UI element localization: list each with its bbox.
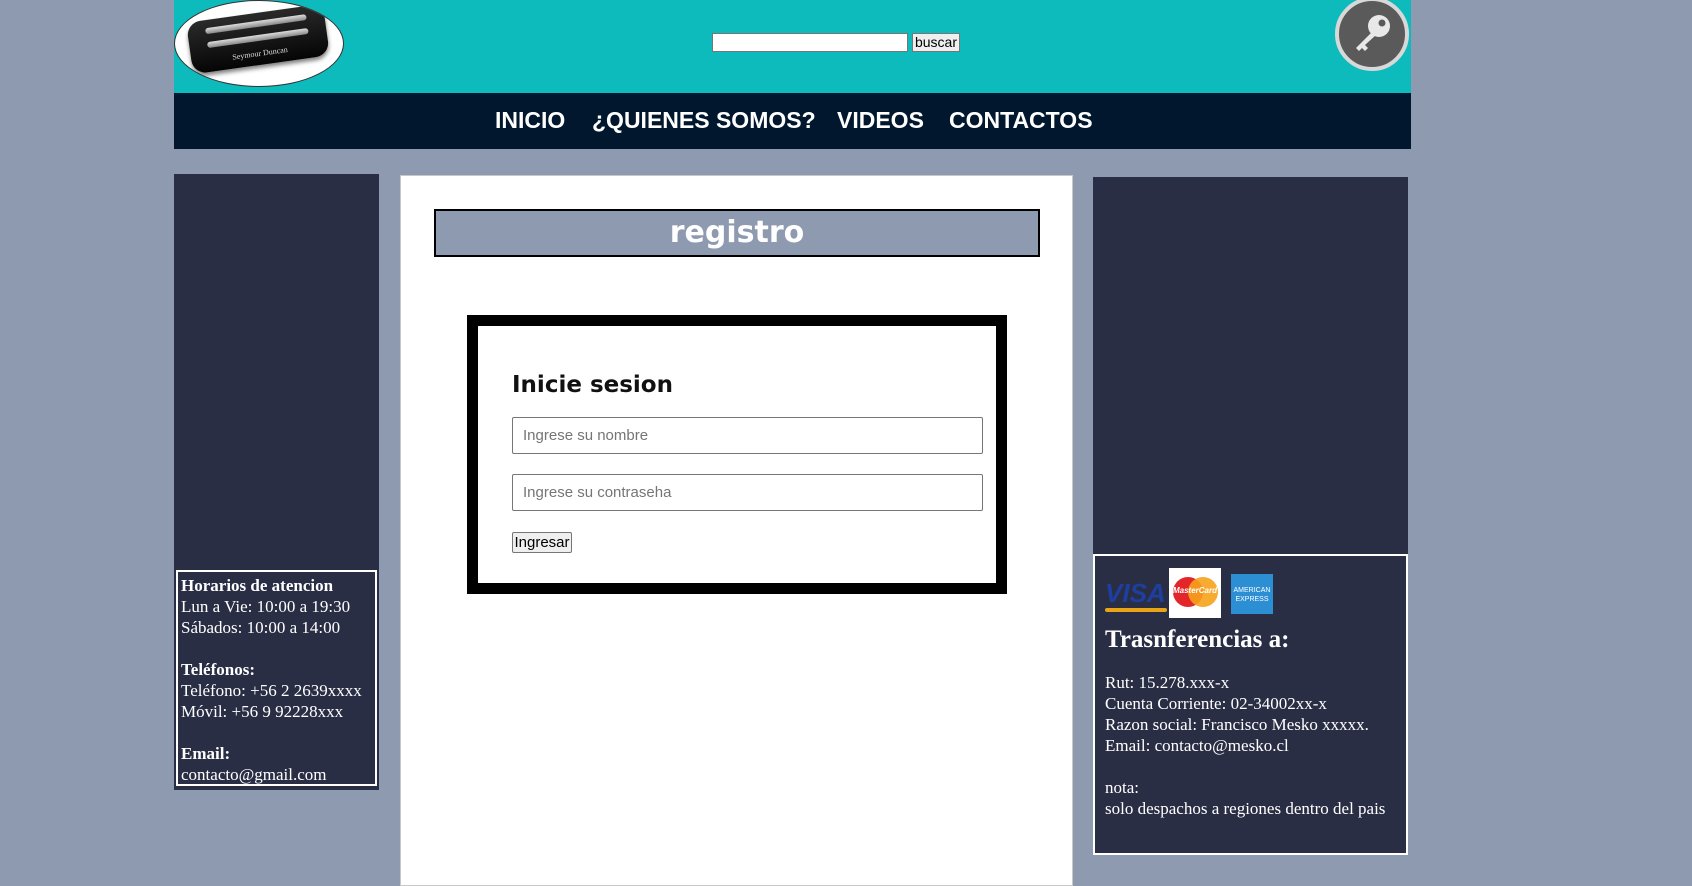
bank-account: Cuenta Corriente: 02-34002xx-x — [1105, 694, 1327, 713]
phone-number: Teléfono: +56 2 2639xxxx — [181, 681, 362, 700]
phones-title: Teléfonos: — [181, 660, 255, 679]
contact-email: contacto@gmail.com — [181, 765, 327, 784]
nav-item-inicio[interactable]: INICIO — [495, 107, 565, 134]
key-icon — [1356, 15, 1390, 51]
login-heading: Inicie sesion — [512, 372, 673, 398]
name-input[interactable] — [512, 417, 983, 454]
transfer-email: Email: contacto@mesko.cl — [1105, 736, 1289, 755]
login-submit-button[interactable]: Ingresar — [512, 532, 572, 553]
site-header: Seymour Duncan buscar — [174, 0, 1411, 93]
payment-info-box: VISA MasterCard AMERICAN EXPRESS Trasnfe… — [1093, 554, 1408, 855]
login-key-button[interactable] — [1335, 0, 1409, 71]
hours-weekdays: Lun a Vie: 10:00 a 19:30 — [181, 597, 351, 616]
contact-info-box: Horarios de atencion Lun a Vie: 10:00 a … — [176, 570, 377, 786]
hours-title: Horarios de atencion — [181, 576, 334, 595]
email-title: Email: — [181, 744, 231, 763]
note-title: nota: — [1105, 778, 1139, 797]
nav-item-quienes-somos[interactable]: ¿QUIENES SOMOS? — [592, 107, 816, 134]
mastercard-logo: MasterCard — [1169, 568, 1221, 618]
amex-logo: AMERICAN EXPRESS — [1231, 574, 1273, 614]
transfer-title: Trasnferencias a: — [1105, 626, 1290, 653]
note-text: solo despachos a regiones dentro del pai… — [1105, 799, 1386, 818]
main-content: registro Inicie sesion Ingresar — [400, 175, 1073, 886]
search-input[interactable] — [712, 33, 908, 52]
page-title: registro — [434, 209, 1040, 257]
rut: Rut: 15.278.xxx-x — [1105, 673, 1230, 692]
nav-item-videos[interactable]: VIDEOS — [837, 107, 924, 134]
left-sidebar: Horarios de atencion Lun a Vie: 10:00 a … — [174, 174, 379, 790]
payment-cards: VISA MasterCard AMERICAN EXPRESS — [1105, 568, 1396, 618]
transfer-details: Rut: 15.278.xxx-x Cuenta Corriente: 02-3… — [1105, 672, 1396, 819]
visa-logo: VISA — [1105, 578, 1167, 612]
site-logo[interactable]: Seymour Duncan — [174, 0, 344, 87]
pickup-image: Seymour Duncan — [186, 3, 330, 75]
hours-saturday: Sábados: 10:00 a 14:00 — [181, 618, 341, 637]
company-name: Razon social: Francisco Mesko xxxxx. — [1105, 715, 1369, 734]
password-input[interactable] — [512, 474, 983, 511]
search-button[interactable]: buscar — [912, 33, 960, 52]
login-form: Inicie sesion Ingresar — [467, 315, 1007, 594]
mobile-number: Móvil: +56 9 92228xxx — [181, 702, 344, 721]
main-nav: INICIO ¿QUIENES SOMOS? VIDEOS CONTACTOS — [174, 93, 1411, 149]
right-sidebar — [1093, 177, 1408, 554]
nav-item-contactos[interactable]: CONTACTOS — [949, 107, 1093, 134]
